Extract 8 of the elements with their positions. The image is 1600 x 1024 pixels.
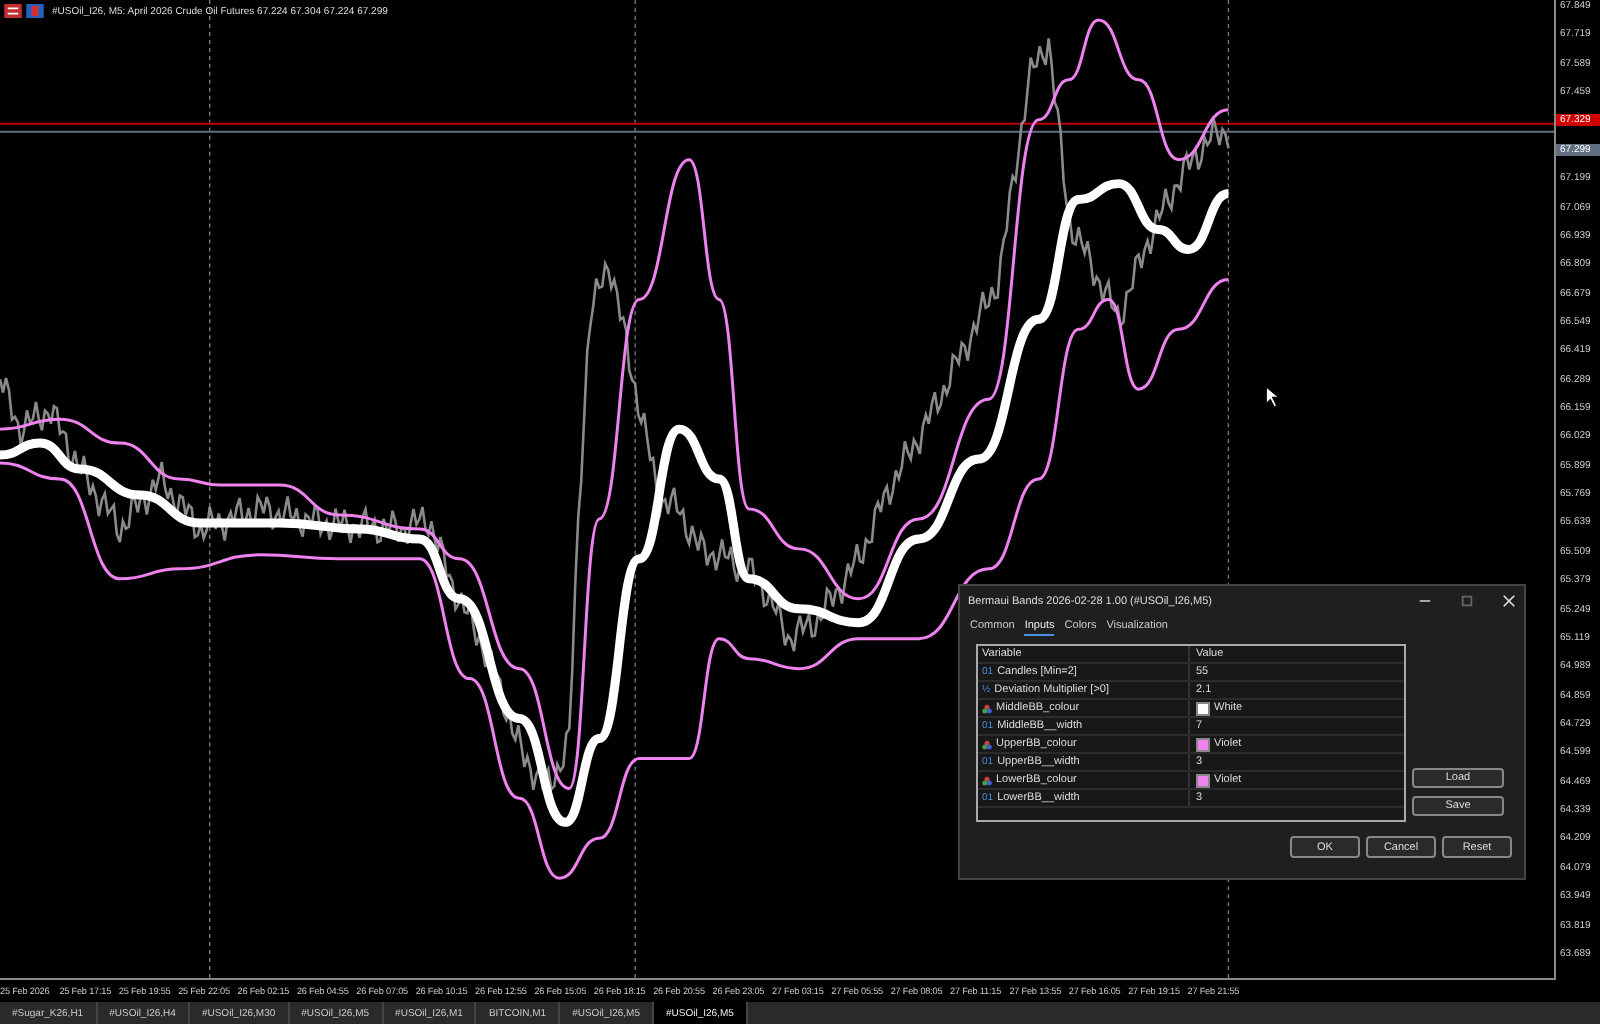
palette-icon — [982, 775, 992, 785]
close-icon[interactable] — [1502, 594, 1516, 608]
minimize-icon[interactable] — [1418, 594, 1432, 608]
maximize-icon[interactable] — [1460, 594, 1474, 608]
cursor-icon — [1265, 386, 1279, 408]
chart-type-icon — [4, 4, 22, 18]
palette-icon — [982, 703, 992, 713]
palette-icon — [982, 739, 992, 749]
